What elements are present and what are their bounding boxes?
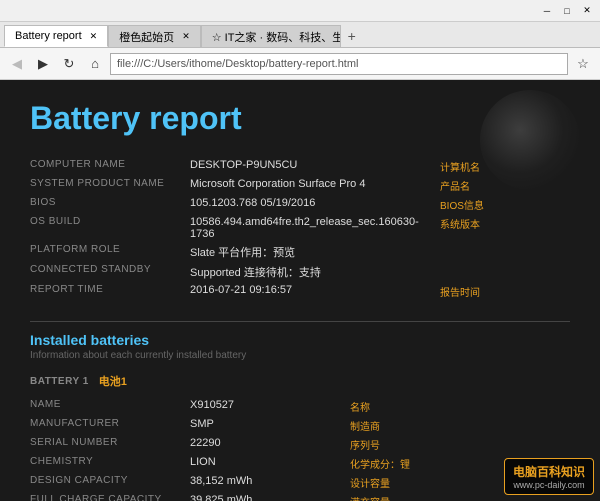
address-bar: ◀ ▶ ↻ ⌂ ☆ [0,48,600,80]
browser-content: Battery report COMPUTER NAME DESKTOP-P9U… [0,80,600,501]
row-value: LION [190,454,350,473]
home-button[interactable]: ⌂ [84,53,106,75]
row-value: 2016-07-21 09:16:57 [190,282,440,301]
table-row: NAME X910527 名称 [30,397,570,416]
row-value: 105.1203.768 05/19/2016 [190,195,440,214]
row-label: CONNECTED STANDBY [30,262,190,282]
battery-header-label: BATTERY 1 [30,376,89,387]
row-value: Slate 平台作用：预览 [190,242,440,262]
row-value: Supported 连接待机：支持 [190,262,440,282]
table-row: CONNECTED STANDBY Supported 连接待机：支持 [30,262,570,282]
report-container: Battery report COMPUTER NAME DESKTOP-P9U… [0,80,600,501]
row-value: 38,152 mWh [190,473,350,492]
row-annotation: BIOS信息 [440,195,570,214]
table-row: MANUFACTURER SMP 制造商 [30,416,570,435]
row-label: COMPUTER NAME [30,157,190,176]
background-spiral [480,90,580,190]
minimize-button[interactable]: ─ [538,4,556,18]
url-input[interactable] [110,53,568,75]
tab-label: 橙色起始页 [119,29,174,45]
watermark-title: 电脑百科知识 [513,463,585,480]
tab-close-icon[interactable]: ✕ [182,31,190,42]
table-row: BIOS 105.1203.768 05/19/2016 BIOS信息 [30,195,570,214]
row-label: OS BUILD [30,214,190,242]
row-label: REPORT TIME [30,282,190,301]
battery-info-table: NAME X910527 名称 MANUFACTURER SMP 制造商 SER… [30,397,570,501]
row-label: NAME [30,397,190,416]
row-value: 39,825 mWh [190,492,350,501]
watermark: 电脑百科知识 www.pc-daily.com [504,458,594,495]
table-row: FULL CHARGE CAPACITY 39,825 mWh 满充容量 [30,492,570,501]
address-right-controls: ☆ [572,53,594,75]
row-label: MANUFACTURER [30,416,190,435]
table-row: SERIAL NUMBER 22290 序列号 [30,435,570,454]
row-label: DESIGN CAPACITY [30,473,190,492]
row-label: SERIAL NUMBER [30,435,190,454]
tab-close-icon[interactable]: ✕ [90,31,98,42]
table-row: PLATFORM ROLE Slate 平台作用：预览 [30,242,570,262]
tab-label: Battery report [15,30,82,42]
row-value: SMP [190,416,350,435]
window-controls: ─ □ ✕ [538,4,596,18]
row-value: 22290 [190,435,350,454]
star-button[interactable]: ☆ [572,53,594,75]
row-annotation: 名称 [350,397,570,416]
row-annotation: 报告时间 [440,282,570,301]
table-row: SYSTEM PRODUCT NAME Microsoft Corporatio… [30,176,570,195]
row-label: CHEMISTRY [30,454,190,473]
maximize-button[interactable]: □ [558,4,576,18]
back-button[interactable]: ◀ [6,53,28,75]
table-row: REPORT TIME 2016-07-21 09:16:57 报告时间 [30,282,570,301]
tab-battery-report[interactable]: Battery report ✕ [4,25,108,47]
installed-batteries-title: Installed batteries [30,332,570,348]
close-button[interactable]: ✕ [578,4,596,18]
table-row: CHEMISTRY LION 化学成分：锂 [30,454,570,473]
forward-button[interactable]: ▶ [32,53,54,75]
section-divider [30,321,570,322]
row-label: PLATFORM ROLE [30,242,190,262]
row-value: Microsoft Corporation Surface Pro 4 [190,176,440,195]
row-value: DESKTOP-P9UN5CU [190,157,440,176]
row-label: BIOS [30,195,190,214]
system-info-table: COMPUTER NAME DESKTOP-P9UN5CU 计算机名 SYSTE… [30,157,570,301]
row-annotation [440,262,570,282]
battery-header: BATTERY 1 电池1 [30,373,570,389]
tab-bar: Battery report ✕ 橙色起始页 ✕ ☆ IT之家 · 数码、科技、… [0,22,600,48]
table-row: OS BUILD 10586.494.amd64fre.th2_release_… [30,214,570,242]
refresh-button[interactable]: ↻ [58,53,80,75]
row-label: SYSTEM PRODUCT NAME [30,176,190,195]
row-annotation: 系统版本 [440,214,570,242]
row-annotation [440,242,570,262]
battery-header-annotation: 电池1 [99,373,127,389]
tab-ithome[interactable]: ☆ IT之家 · 数码、科技、生... ✕ [201,25,341,47]
row-value: X910527 [190,397,350,416]
watermark-url: www.pc-daily.com [513,480,585,490]
row-value: 10586.494.amd64fre.th2_release_sec.16063… [190,214,440,242]
row-annotation: 序列号 [350,435,570,454]
tab-label: ☆ IT之家 · 数码、科技、生... [212,29,341,45]
table-row: DESIGN CAPACITY 38,152 mWh 设计容量 [30,473,570,492]
tab-orange[interactable]: 橙色起始页 ✕ [108,25,201,47]
row-annotation: 制造商 [350,416,570,435]
title-bar: ─ □ ✕ [0,0,600,22]
new-tab-button[interactable]: + [341,25,363,47]
row-label: FULL CHARGE CAPACITY [30,492,190,501]
installed-batteries-subtitle: Information about each currently install… [30,350,570,361]
